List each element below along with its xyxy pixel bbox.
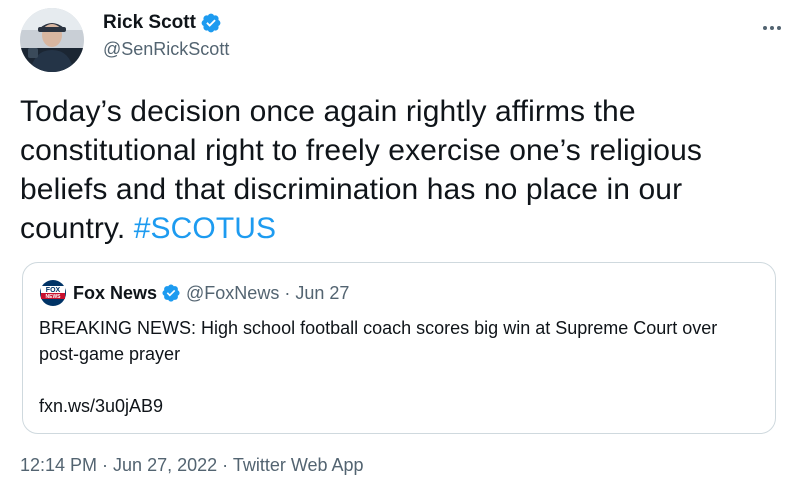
author-handle[interactable]: @SenRickScott bbox=[103, 37, 229, 61]
tweet-time[interactable]: 12:14 PM bbox=[20, 455, 97, 475]
quoted-author-name[interactable]: Fox News bbox=[73, 283, 157, 304]
svg-text:NEWS: NEWS bbox=[46, 294, 62, 300]
more-dots-icon bbox=[763, 26, 781, 30]
quoted-tweet-header: FOX NEWS Fox News @FoxNews · Jun 27 bbox=[39, 279, 349, 307]
quoted-tweet-card[interactable]: FOX NEWS Fox News @FoxNews · Jun 27 BREA… bbox=[22, 262, 776, 434]
tweet-date[interactable]: Jun 27, 2022 bbox=[113, 455, 217, 475]
author-avatar[interactable] bbox=[20, 8, 84, 72]
verified-badge-icon bbox=[200, 12, 222, 34]
author-block: Rick Scott @SenRickScott bbox=[103, 10, 229, 61]
tweet-timestamp: 12:14 PM · Jun 27, 2022 · Twitter Web Ap… bbox=[20, 455, 364, 476]
fox-news-logo: FOX NEWS bbox=[39, 279, 67, 307]
quoted-tweet-body: BREAKING NEWS: High school football coac… bbox=[39, 318, 718, 364]
quoted-tweet-link[interactable]: fxn.ws/3u0jAB9 bbox=[39, 393, 163, 419]
svg-text:FOX: FOX bbox=[46, 287, 61, 294]
tweet-text: Today’s decision once again rightly affi… bbox=[20, 92, 790, 248]
more-options-button[interactable] bbox=[756, 12, 788, 44]
timestamp-separator: · bbox=[217, 455, 233, 475]
author-name-row: Rick Scott bbox=[103, 10, 229, 36]
tweet-source[interactable]: Twitter Web App bbox=[233, 455, 364, 475]
author-display-name[interactable]: Rick Scott bbox=[103, 12, 196, 34]
timestamp-separator: · bbox=[97, 455, 114, 475]
quoted-handle-date: @FoxNews · Jun 27 bbox=[186, 282, 350, 303]
tweet-body-text: Today’s decision once again rightly affi… bbox=[20, 95, 702, 245]
quoted-verified-badge-icon bbox=[161, 283, 181, 303]
hashtag-link[interactable]: #SCOTUS bbox=[134, 212, 276, 245]
